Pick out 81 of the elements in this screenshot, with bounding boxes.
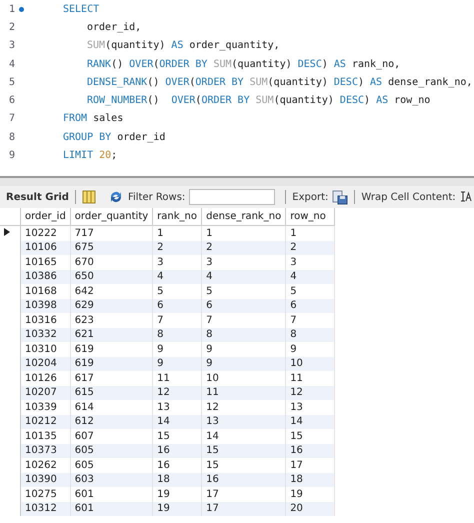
- code-line: order_id,: [86, 22, 142, 33]
- line-number: 9: [8, 150, 15, 162]
- line-number: 5: [8, 76, 15, 88]
- export-icon[interactable]: [332, 190, 348, 204]
- table-cell: 11: [202, 386, 286, 400]
- table-cell: 20: [286, 502, 335, 516]
- code-line: RANK() OVER(ORDER BY SUM(quantity) DESC) AS rank_no,: [86, 58, 400, 70]
- table-cell: 14: [286, 414, 335, 429]
- table-cell: 15: [202, 444, 286, 458]
- table-cell: 17: [202, 502, 286, 516]
- table-cell: 629: [70, 298, 153, 313]
- table-cell: 16: [152, 444, 202, 458]
- table-cell: 4: [202, 270, 286, 284]
- table-cell: 12: [286, 386, 335, 400]
- table-cell: 650: [70, 270, 153, 284]
- result-grid-tab[interactable]: Result Grid: [6, 192, 69, 202]
- grid-icon[interactable]: [82, 190, 96, 204]
- table-cell: 2: [152, 240, 202, 255]
- line-number: 2: [8, 22, 15, 33]
- table-cell: 18: [286, 472, 335, 487]
- line-number: 6: [8, 95, 15, 106]
- table-cell: 16: [202, 472, 286, 487]
- code-line: DENSE_RANK() OVER(ORDER BY SUM(quantity) DESC) AS dense_rank_no,: [86, 76, 472, 88]
- table-cell: 9: [152, 356, 202, 371]
- table-cell: 19: [152, 502, 202, 516]
- table-cell: 10: [286, 356, 335, 371]
- table-cell: 6: [286, 298, 335, 313]
- table-cell: 615: [70, 386, 153, 400]
- table-cell: 603: [70, 472, 153, 487]
- column-header[interactable]: rank_no: [152, 208, 202, 226]
- table-cell: 6: [202, 298, 286, 313]
- wrap-cell-content-label: Wrap Cell Content:: [361, 192, 456, 202]
- line-number: 8: [8, 132, 15, 143]
- table-cell: 2: [202, 240, 286, 255]
- column-header[interactable]: order_id: [20, 208, 70, 226]
- code-line: ROW_NUMBER() OVER(ORDER BY SUM(quantity) DESC) AS row_no: [86, 95, 430, 106]
- column-header[interactable]: order_quantity: [70, 208, 153, 226]
- table-cell: 10204: [20, 356, 70, 371]
- table-cell: 18: [152, 472, 202, 487]
- table-cell: 4: [152, 270, 202, 284]
- table-cell: 13: [202, 414, 286, 429]
- table-cell: 10373: [20, 444, 70, 458]
- table-cell: 10207: [20, 386, 70, 400]
- code-line: LIMIT 20;: [63, 150, 118, 162]
- column-header[interactable]: row_no: [286, 208, 335, 226]
- filter-rows-label: Filter Rows:: [128, 192, 186, 202]
- table-cell: 601: [70, 502, 153, 516]
- table-cell: 10390: [20, 472, 70, 487]
- table-cell: 6: [152, 298, 202, 313]
- code-line: FROM sales: [63, 113, 124, 124]
- table-cell: 10386: [20, 270, 70, 284]
- table-cell: 16: [286, 444, 335, 458]
- table-cell: 10212: [20, 414, 70, 429]
- table-cell: 8: [152, 328, 202, 342]
- table-cell: 14: [152, 414, 202, 429]
- table-cell: 619: [70, 356, 153, 371]
- filter-rows-field[interactable]: [189, 189, 276, 205]
- code-line: SUM(quantity) AS order_quantity,: [86, 40, 280, 52]
- table-cell: 8: [202, 328, 286, 342]
- code-line: GROUP BY order_id: [63, 132, 166, 143]
- line-number: 3: [8, 40, 15, 52]
- table-cell: 4: [286, 270, 335, 284]
- export-label: Export:: [292, 192, 328, 202]
- column-header[interactable]: dense_rank_no: [202, 208, 286, 226]
- line-number: 7: [8, 113, 15, 124]
- table-cell: 2: [286, 240, 335, 255]
- wrap-text-icon[interactable]: [460, 191, 472, 203]
- table-cell: 612: [70, 414, 153, 429]
- table-cell: 8: [286, 328, 335, 342]
- code-line: SELECT: [63, 4, 100, 15]
- table-cell: 9: [202, 356, 286, 371]
- table-cell: 675: [70, 240, 153, 255]
- table-cell: 621: [70, 328, 153, 342]
- table-cell: 10398: [20, 298, 70, 313]
- table-cell: 605: [70, 444, 153, 458]
- line-number: 4: [8, 58, 15, 70]
- table-cell: 10106: [20, 240, 70, 255]
- table-cell: 10332: [20, 328, 70, 342]
- table-cell: 10312: [20, 502, 70, 516]
- table-cell: 12: [152, 386, 202, 400]
- line-number: 1: [8, 4, 15, 15]
